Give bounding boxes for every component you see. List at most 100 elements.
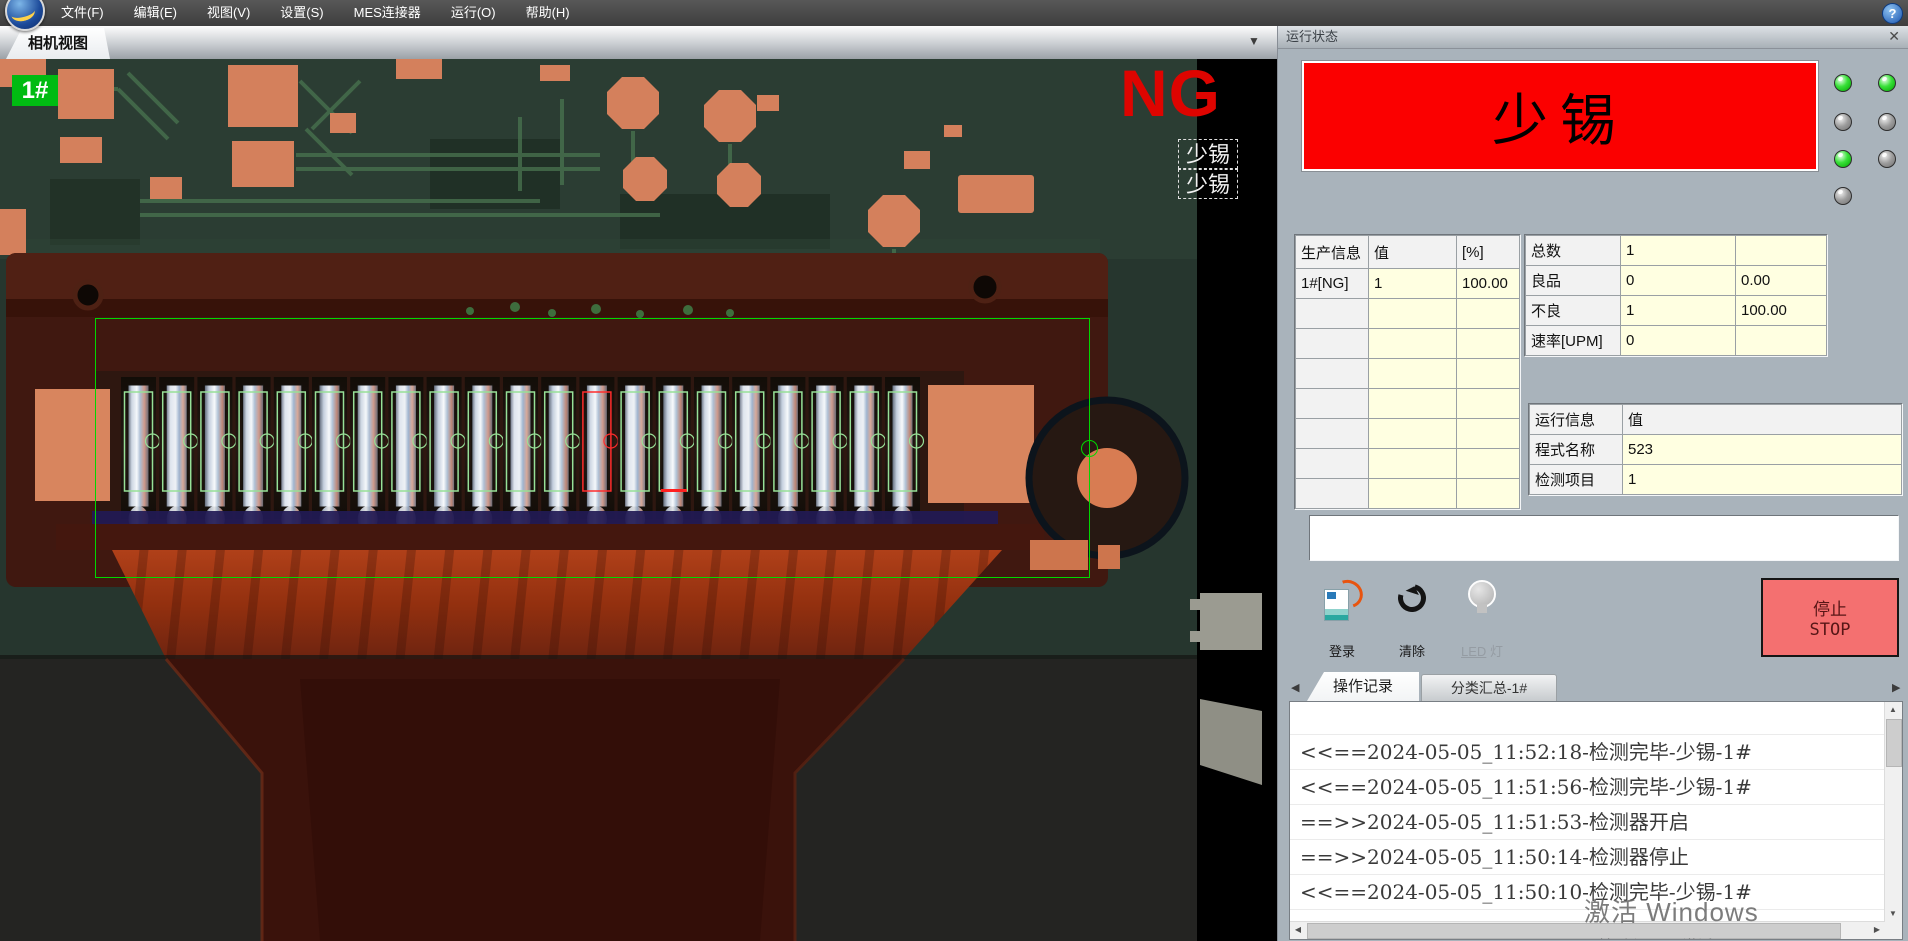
defect-label-list: 少锡少锡 xyxy=(1178,139,1238,199)
production-cell xyxy=(1296,329,1369,359)
menu-item[interactable]: 视图(V) xyxy=(192,0,265,26)
windows-activation-watermark: 激活 Windows 转到“设置”以激活 Windows xyxy=(1584,892,1778,940)
tab-scroll-left-icon[interactable]: ◀ xyxy=(1291,681,1299,694)
summary-cell: 速率[UPM] xyxy=(1526,326,1621,356)
help-icon[interactable]: ? xyxy=(1882,3,1903,24)
production-cell xyxy=(1296,449,1369,479)
status-panel-title: 运行状态 xyxy=(1286,26,1338,48)
summary-cell: 1 xyxy=(1621,236,1736,266)
run-cell: 运行信息 xyxy=(1530,405,1623,435)
production-cell xyxy=(1296,359,1369,389)
scroll-up-icon[interactable]: ▲ xyxy=(1885,702,1901,718)
production-cell xyxy=(1296,479,1369,509)
login-button-label: 登录 xyxy=(1310,641,1374,660)
run-cell: 523 xyxy=(1623,435,1902,465)
tab-camera-view[interactable]: 相机视图 xyxy=(6,28,110,59)
tab-dropdown-arrow-icon[interactable]: ▼ xyxy=(1248,34,1260,48)
status-led-green xyxy=(1878,74,1896,92)
led-light-button[interactable]: LED 灯 xyxy=(1450,578,1514,664)
clear-arrow-icon xyxy=(1380,580,1444,626)
run-cell: 值 xyxy=(1623,405,1902,435)
production-cell xyxy=(1296,419,1369,449)
tab-operation-log[interactable]: 操作记录 xyxy=(1307,672,1419,701)
production-cell xyxy=(1457,359,1520,389)
summary-cell xyxy=(1736,326,1827,356)
summary-cell: 总数 xyxy=(1526,236,1621,266)
log-entry: ==>>2024-05-05_11:50:14-检测器停止 xyxy=(1290,840,1884,875)
message-box xyxy=(1309,515,1899,561)
clear-button-label: 清除 xyxy=(1380,641,1444,660)
camera-index-badge: 1# xyxy=(12,75,58,106)
defect-label: 少锡 xyxy=(1178,139,1238,169)
summary-cell: 0 xyxy=(1621,266,1736,296)
led-button-label: LED 灯 xyxy=(1450,641,1514,660)
camera-viewport: 1# NG 少锡少锡 xyxy=(0,59,1277,941)
log-entry: <<==2024-05-05_11:51:56-检测完毕-少锡-1# xyxy=(1290,770,1884,805)
operation-log-box: <<==2024-05-05_11:52:18-检测完毕-少锡-1#<<==20… xyxy=(1289,701,1903,940)
stop-button-label-cn: 停止 xyxy=(1813,595,1847,620)
camera-tab-strip: 相机视图 ▼ xyxy=(0,26,1277,60)
tab-classification-summary[interactable]: 分类汇总-1# xyxy=(1421,674,1557,701)
production-cell xyxy=(1369,299,1457,329)
production-cell xyxy=(1457,449,1520,479)
production-info-table: 生产信息值[%]1#[NG]1100.00 xyxy=(1294,234,1521,510)
log-tab-strip: ◀ 操作记录 分类汇总-1# ▶ xyxy=(1278,672,1908,701)
status-led-gray xyxy=(1878,150,1896,168)
login-button[interactable]: 登录 xyxy=(1310,578,1374,664)
yield-summary-table: 总数1良品00.00 不良1100.00 速率[UPM]0 xyxy=(1524,234,1828,357)
summary-cell: 1 xyxy=(1621,296,1736,326)
menu-item[interactable]: 运行(O) xyxy=(436,0,511,26)
log-entry: ==>>2024-05-05_11:51:53-检测器开启 xyxy=(1290,805,1884,840)
result-banner-frame: 少锡 xyxy=(1301,60,1819,172)
production-cell xyxy=(1369,449,1457,479)
production-cell xyxy=(1369,329,1457,359)
menu-item[interactable]: 编辑(E) xyxy=(119,0,192,26)
scroll-down-icon[interactable]: ▼ xyxy=(1885,906,1901,922)
menu-item[interactable]: 文件(F) xyxy=(46,0,119,26)
run-cell: 1 xyxy=(1623,465,1902,495)
production-cell: 值 xyxy=(1369,236,1457,269)
status-led-green xyxy=(1834,150,1852,168)
log-spacer xyxy=(1290,702,1884,735)
menu-item[interactable]: MES连接器 xyxy=(339,0,436,26)
summary-cell: 良品 xyxy=(1526,266,1621,296)
log-entry: <<==2024-05-05_11:52:18-检测完毕-少锡-1# xyxy=(1290,735,1884,770)
scroll-right-icon[interactable]: ▶ xyxy=(1869,922,1885,938)
summary-cell: 不良 xyxy=(1526,296,1621,326)
production-cell xyxy=(1296,389,1369,419)
tab-scroll-right-icon[interactable]: ▶ xyxy=(1892,681,1900,694)
scroll-left-icon[interactable]: ◀ xyxy=(1290,922,1306,938)
stop-button[interactable]: 停止 STOP xyxy=(1761,578,1899,657)
production-cell: 生产信息 xyxy=(1296,236,1369,269)
menu-items: 文件(F)编辑(E)视图(V)设置(S)MES连接器运行(O)帮助(H) xyxy=(46,0,585,26)
production-cell xyxy=(1457,479,1520,509)
inspection-roi-box xyxy=(95,318,1090,578)
production-cell xyxy=(1369,419,1457,449)
vertical-scroll-thumb[interactable] xyxy=(1886,719,1902,767)
menu-item[interactable]: 设置(S) xyxy=(265,0,338,26)
summary-cell: 0 xyxy=(1621,326,1736,356)
status-led-green xyxy=(1834,74,1852,92)
close-icon[interactable]: ✕ xyxy=(1888,28,1900,45)
stop-button-label-en: STOP xyxy=(1810,620,1851,640)
status-panel-titlebar: 运行状态 ✕ xyxy=(1278,26,1908,49)
scrollbar-corner xyxy=(1885,922,1902,939)
login-badge-icon xyxy=(1310,580,1374,626)
log-vertical-scrollbar[interactable]: ▲ ▼ xyxy=(1884,702,1902,922)
status-led-gray xyxy=(1834,187,1852,205)
inspection-result-text: NG xyxy=(1120,59,1221,131)
menu-item[interactable]: 帮助(H) xyxy=(511,0,585,26)
clear-button[interactable]: 清除 xyxy=(1380,578,1444,664)
run-cell: 检测项目 xyxy=(1530,465,1623,495)
summary-cell: 0.00 xyxy=(1736,266,1827,296)
production-cell: 1#[NG] xyxy=(1296,269,1369,299)
production-cell xyxy=(1369,389,1457,419)
production-cell xyxy=(1457,299,1520,329)
summary-cell xyxy=(1736,236,1827,266)
summary-cell: 100.00 xyxy=(1736,296,1827,326)
production-cell xyxy=(1457,419,1520,449)
log-line-list: <<==2024-05-05_11:52:18-检测完毕-少锡-1#<<==20… xyxy=(1290,702,1884,921)
status-led-gray xyxy=(1878,113,1896,131)
production-cell xyxy=(1369,479,1457,509)
production-cell xyxy=(1296,299,1369,329)
